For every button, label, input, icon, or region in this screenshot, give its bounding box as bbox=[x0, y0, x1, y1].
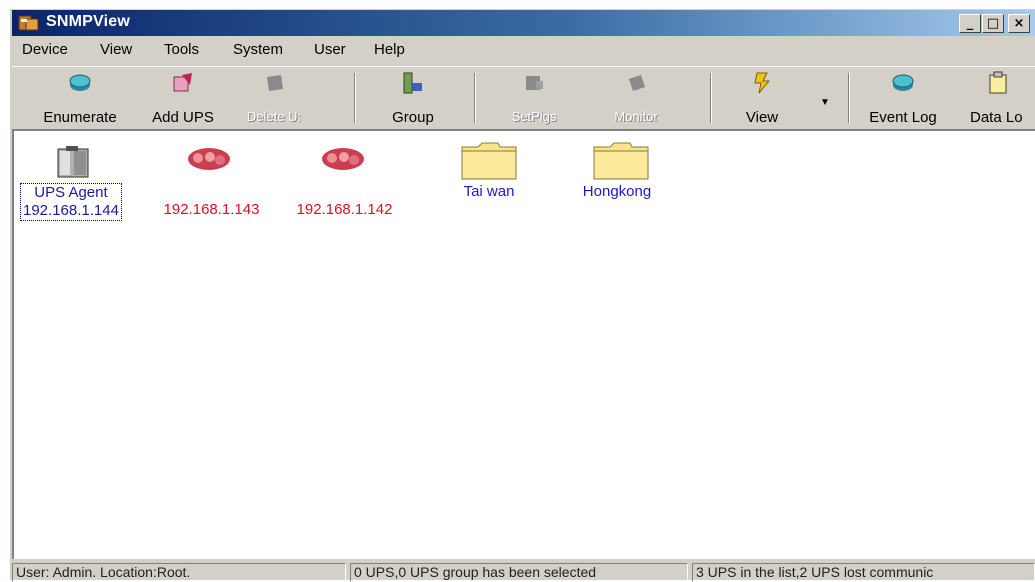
enumerate-icon bbox=[69, 74, 91, 91]
ups-item[interactable]: 192.168.1.143 bbox=[149, 131, 274, 231]
toolbar-separator bbox=[710, 73, 712, 123]
view-label: View bbox=[745, 109, 779, 126]
delete-ups-label: Delete U: bbox=[246, 109, 302, 124]
folder-icon bbox=[593, 142, 649, 180]
ups-list-view[interactable]: UPS Agent 192.168.1.144 192.168.1.143 19… bbox=[12, 129, 1035, 559]
settings-icon bbox=[526, 76, 543, 90]
close-icon: × bbox=[1013, 16, 1025, 31]
ups-agent-item[interactable]: UPS Agent 192.168.1.144 bbox=[14, 131, 144, 231]
delete-ups-button[interactable]: Delete U: bbox=[234, 67, 314, 129]
group-folder-item[interactable]: Tai wan bbox=[434, 131, 544, 231]
ups-lost-communication-icon bbox=[188, 148, 230, 170]
title-bar[interactable]: SNMPView _ □ × bbox=[12, 10, 1035, 36]
enumerate-label: Enumerate bbox=[43, 109, 117, 126]
folder-label: Tai wan bbox=[463, 183, 515, 200]
add-ups-icon bbox=[173, 73, 192, 92]
add-ups-label: Add UPS bbox=[152, 109, 214, 126]
event-log-icon bbox=[892, 74, 914, 91]
menu-bar: Device View Tools System User Help bbox=[12, 38, 1035, 62]
monitor-icon bbox=[629, 75, 645, 91]
minimize-icon: _ bbox=[966, 16, 974, 31]
ups-item[interactable]: 192.168.1.142 bbox=[282, 131, 407, 231]
data-log-button[interactable]: Data Lo bbox=[962, 67, 1035, 129]
folder-icon bbox=[461, 142, 517, 180]
maximize-button[interactable]: □ bbox=[982, 14, 1004, 33]
ups-agent-name: UPS Agent bbox=[34, 184, 108, 201]
toolbar-separator bbox=[354, 73, 356, 123]
group-icon bbox=[403, 72, 422, 94]
menu-user[interactable]: User bbox=[314, 41, 346, 58]
toolbar-separator bbox=[848, 73, 850, 123]
data-log-icon bbox=[989, 71, 1007, 94]
ups-agent-ip: 192.168.1.144 bbox=[23, 202, 119, 219]
menu-view[interactable]: View bbox=[100, 41, 132, 58]
ups-agent-label: UPS Agent 192.168.1.144 bbox=[20, 183, 122, 221]
settings-button[interactable]: SetPigs bbox=[494, 67, 574, 129]
ups-lost-communication-icon bbox=[322, 148, 364, 170]
menu-tools[interactable]: Tools bbox=[164, 41, 199, 58]
monitor-label: Monitor bbox=[614, 109, 658, 124]
menu-device[interactable]: Device bbox=[22, 41, 68, 58]
ups-ip-label: 192.168.1.143 bbox=[163, 201, 260, 218]
minimize-button[interactable]: _ bbox=[959, 14, 981, 33]
chevron-down-icon[interactable]: ▼ bbox=[820, 97, 830, 108]
folder-label: Hongkong bbox=[582, 183, 652, 200]
status-bar: User: Admin. Location:Root. 0 UPS,0 UPS … bbox=[12, 561, 1035, 582]
view-icon bbox=[754, 72, 771, 94]
ups-agent-icon bbox=[57, 146, 89, 178]
status-user: User: Admin. Location:Root. bbox=[12, 563, 346, 582]
toolbar: Enumerate Add UPS Delete U: Group SetPig… bbox=[12, 66, 1035, 131]
status-summary: 3 UPS in the list,2 UPS lost communic bbox=[692, 563, 1035, 582]
group-label: Group bbox=[392, 109, 434, 126]
app-icon bbox=[18, 15, 39, 31]
status-selection: 0 UPS,0 UPS group has been selected bbox=[350, 563, 688, 582]
menu-help[interactable]: Help bbox=[374, 41, 405, 58]
toolbar-separator bbox=[474, 73, 476, 123]
add-ups-button[interactable]: Add UPS bbox=[140, 67, 226, 129]
event-log-button[interactable]: Event Log bbox=[856, 67, 950, 129]
view-button[interactable]: View bbox=[730, 67, 794, 129]
ups-ip-label: 192.168.1.142 bbox=[296, 201, 393, 218]
group-folder-item[interactable]: Hongkong bbox=[562, 131, 672, 231]
window-title: SNMPView bbox=[46, 13, 130, 30]
close-button[interactable]: × bbox=[1008, 14, 1030, 33]
group-button[interactable]: Group bbox=[378, 67, 448, 129]
enumerate-button[interactable]: Enumerate bbox=[30, 67, 130, 129]
data-log-label: Data Lo bbox=[970, 109, 1023, 126]
maximize-icon: □ bbox=[986, 16, 1000, 31]
event-log-label: Event Log bbox=[869, 109, 937, 126]
settings-label: SetPigs bbox=[511, 109, 557, 124]
menu-system[interactable]: System bbox=[233, 41, 283, 58]
monitor-button[interactable]: Monitor bbox=[596, 67, 676, 129]
snmpview-window: SNMPView _ □ × Device View Tools System … bbox=[8, 7, 1035, 582]
delete-ups-icon bbox=[267, 75, 283, 91]
